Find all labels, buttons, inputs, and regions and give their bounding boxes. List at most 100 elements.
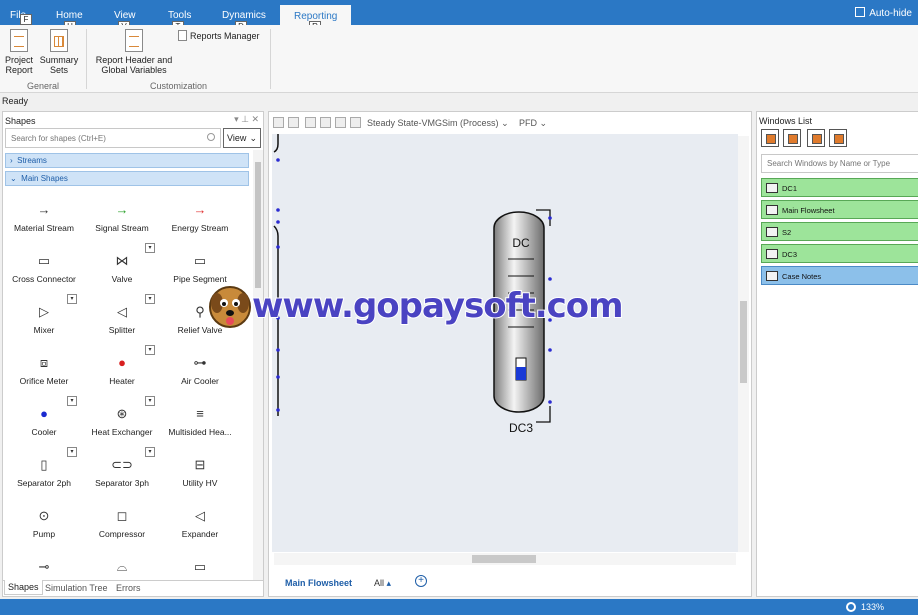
shape-item[interactable]: → Signal Stream (83, 190, 161, 241)
scroll-thumb[interactable] (255, 162, 261, 288)
scroll-thumb[interactable] (740, 301, 747, 383)
shape-item[interactable]: ⊸ (5, 547, 83, 580)
lock-icon[interactable] (288, 117, 299, 128)
flowsheet-vscrollbar[interactable] (738, 136, 749, 552)
ribbon: Project Report Summary Sets Report Heade… (0, 25, 918, 93)
shape-label: Splitter (108, 325, 136, 335)
shape-item[interactable]: → Energy Stream (161, 190, 239, 241)
shape-icon: ≡ (196, 406, 204, 421)
case-dropdown[interactable]: Steady State-VMGSim (Process) ⌄ (367, 118, 509, 129)
route-icon[interactable] (320, 117, 331, 128)
shape-item[interactable]: ⧈ Orifice Meter (5, 343, 83, 394)
flowsheet-hscrollbar[interactable] (274, 553, 736, 565)
summary-sets-button[interactable]: Summary Sets (38, 29, 80, 75)
shape-label: Signal Stream (95, 223, 149, 233)
arrow-tool-icon[interactable] (273, 117, 284, 128)
connect-icon[interactable] (350, 117, 361, 128)
tab-errors[interactable]: Errors (116, 583, 141, 593)
shape-variant-dropdown-icon[interactable]: ▾ (67, 396, 77, 406)
shape-item[interactable]: ● Cooler ▾ (5, 394, 83, 445)
tab-dynamics[interactable]: Dynamics (222, 10, 266, 21)
shape-variant-dropdown-icon[interactable]: ▾ (145, 294, 155, 304)
shape-item[interactable]: → Material Stream (5, 190, 83, 241)
chevron-down-icon: ⌄ (249, 133, 257, 143)
report-header-button[interactable]: Report Header and Global Variables (92, 29, 176, 75)
flowsheet-canvas[interactable]: DC DC3 (272, 134, 738, 552)
shape-item[interactable]: ≡ Multisided Hea... (161, 394, 239, 445)
shape-item[interactable]: ▭ Cross Connector (5, 241, 83, 292)
project-report-label: Project Report (4, 55, 33, 75)
tab-all[interactable]: All ▴ (374, 578, 391, 589)
shape-variant-dropdown-icon[interactable]: ▾ (67, 294, 77, 304)
windows-search-input[interactable] (761, 154, 918, 173)
project-report-button[interactable]: Project Report (4, 29, 34, 75)
tab-tools[interactable]: Tools (168, 10, 191, 21)
shapes-bottom-tabs: Shapes Simulation Tree Errors (3, 580, 263, 596)
shape-icon: ▭ (37, 253, 51, 268)
windows-list-panel: Windows List DC1 Main Flowsheet S2 DC3 Case … (756, 111, 918, 597)
shape-item[interactable]: ⊟ Utility HV (161, 445, 239, 496)
tab-shapes[interactable]: Shapes (4, 580, 43, 595)
dog-mascot-icon (209, 286, 251, 328)
zoom-level[interactable]: 133% (861, 602, 884, 612)
tab-simulation-tree[interactable]: Simulation Tree (45, 583, 108, 593)
shape-item[interactable]: ⊂⊃ Separator 3ph ▾ (83, 445, 161, 496)
shape-icon: ◁ (117, 304, 127, 319)
shape-label: Cooler (31, 427, 57, 437)
shape-label: Pump (32, 529, 56, 539)
shape-variant-dropdown-icon[interactable]: ▾ (145, 345, 155, 355)
shape-item[interactable]: ◁ Splitter ▾ (83, 292, 161, 343)
shapes-scrollbar[interactable] (253, 150, 263, 580)
shape-item[interactable]: ⌓ (83, 547, 161, 580)
shape-item[interactable]: ⋈ Valve ▾ (83, 241, 161, 292)
shape-item[interactable]: ⊶ Air Cooler (161, 343, 239, 394)
add-tab-icon[interactable]: + (415, 575, 427, 587)
align-icon[interactable] (305, 117, 316, 128)
shape-variant-dropdown-icon[interactable]: ▾ (145, 396, 155, 406)
view-dropdown[interactable]: View ⌄ (223, 128, 261, 148)
search-icon (207, 133, 215, 141)
shape-item[interactable]: ◁ Expander (161, 496, 239, 547)
shape-label: Cross Connector (12, 274, 76, 284)
shape-icon: ⊶ (193, 355, 207, 370)
shape-search-input[interactable] (5, 128, 221, 148)
tab-view[interactable]: View (114, 10, 136, 21)
window-list-item[interactable]: DC1 (761, 178, 918, 197)
shape-item[interactable]: ⊙ Pump (5, 496, 83, 547)
streams-group-header[interactable]: › Streams (5, 153, 249, 168)
panel-pin-close-icons[interactable]: ▾ ⊥ ✕ (234, 114, 259, 125)
shape-item[interactable]: ⊛ Heat Exchanger ▾ (83, 394, 161, 445)
shape-label: Mixer (33, 325, 55, 335)
main-shapes-group-header[interactable]: ⌄ Main Shapes (5, 171, 249, 186)
layers-icon[interactable] (335, 117, 346, 128)
new-window-icon[interactable] (761, 129, 779, 147)
reports-manager-label: Reports Manager (190, 31, 260, 41)
shape-item[interactable]: ▷ Mixer ▾ (5, 292, 83, 343)
shape-variant-dropdown-icon[interactable]: ▾ (67, 447, 77, 457)
pfd-dropdown[interactable]: PFD ⌄ (519, 118, 547, 129)
window-list-item[interactable]: DC3 (761, 244, 918, 263)
cascade-icon[interactable] (783, 129, 801, 147)
tab-home[interactable]: Home (56, 10, 83, 21)
flowsheet-panel: Steady State-VMGSim (Process) ⌄ PFD ⌄ DC… (268, 111, 752, 597)
zoom-icon[interactable] (846, 602, 856, 612)
scroll-thumb[interactable] (472, 555, 536, 563)
tile-icon[interactable] (807, 129, 825, 147)
reports-manager-button[interactable]: Reports Manager (178, 30, 266, 41)
shape-label: Orifice Meter (19, 376, 69, 386)
autohide-button[interactable]: Auto-hide (855, 7, 912, 19)
shape-item[interactable]: ▭ (161, 547, 239, 580)
summary-sets-icon (50, 29, 68, 52)
shape-item[interactable]: ▯ Separator 2ph ▾ (5, 445, 83, 496)
shape-variant-dropdown-icon[interactable]: ▾ (145, 243, 155, 253)
shape-item[interactable]: ◻ Compressor (83, 496, 161, 547)
window-list-item[interactable]: S2 (761, 222, 918, 241)
shape-item[interactable]: ● Heater ▾ (83, 343, 161, 394)
shape-variant-dropdown-icon[interactable]: ▾ (145, 447, 155, 457)
shape-icon: ⊂⊃ (111, 457, 133, 472)
window-list-item[interactable]: Main Flowsheet (761, 200, 918, 219)
close-windows-icon[interactable] (829, 129, 847, 147)
tab-main-flowsheet[interactable]: Main Flowsheet (285, 578, 352, 588)
window-list-item[interactable]: Case Notes (761, 266, 918, 285)
ribbon-separator (86, 29, 87, 89)
